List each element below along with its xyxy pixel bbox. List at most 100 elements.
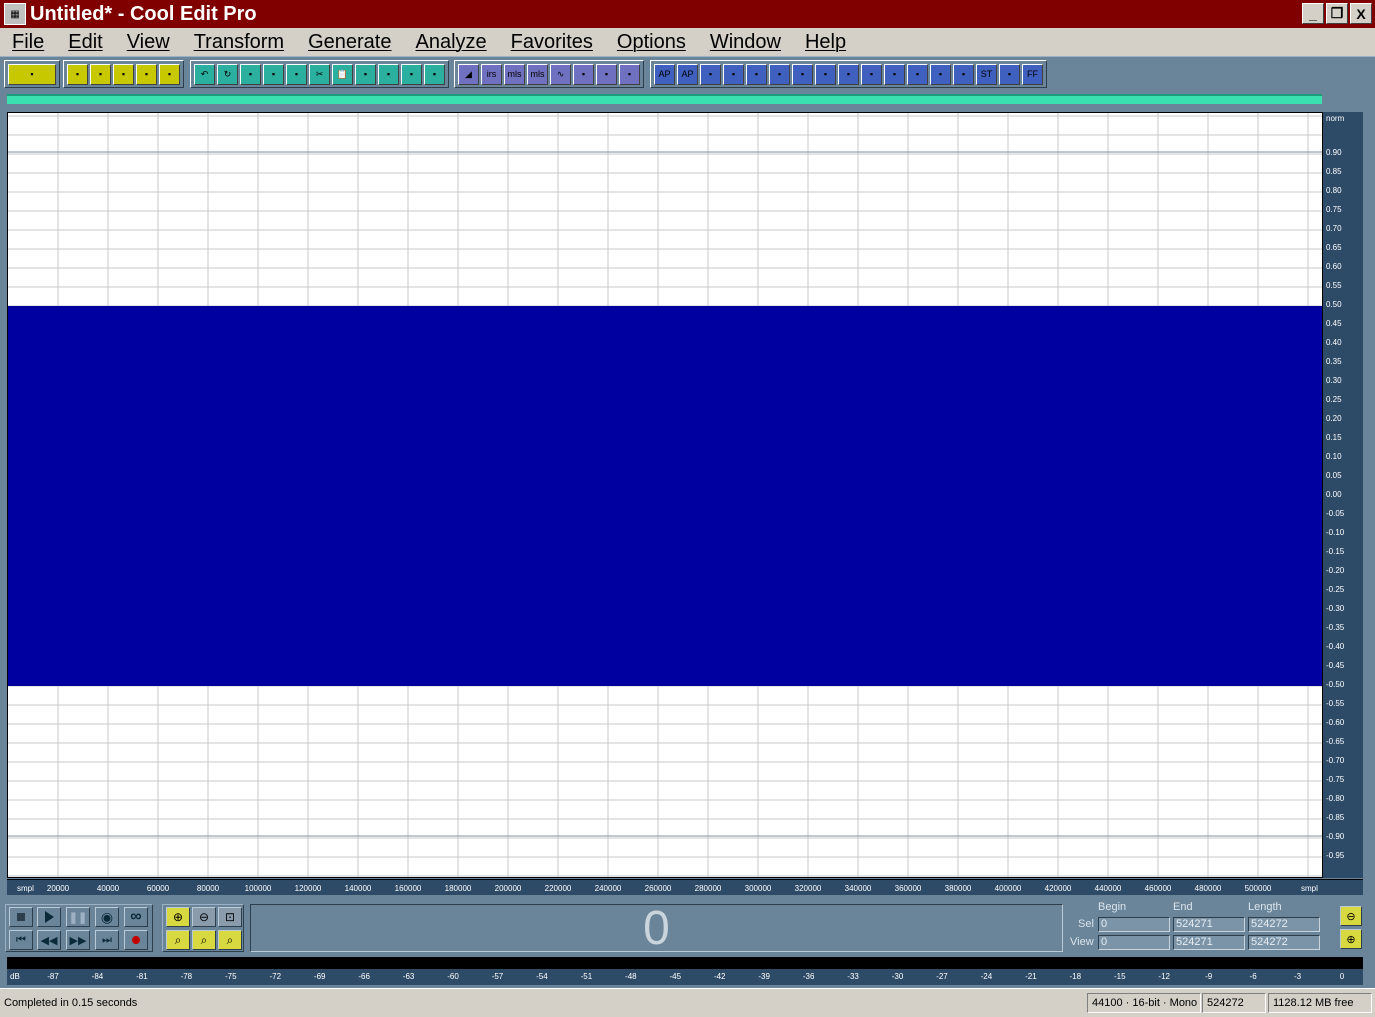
view-begin-field[interactable]: 0 [1098, 935, 1170, 950]
time-tick-label: 460000 [1144, 884, 1172, 893]
ap-icon: AP [658, 69, 671, 79]
menu-favorites[interactable]: Favorites [511, 31, 593, 54]
select-all-button[interactable]: ▪ [263, 63, 284, 85]
wave-b-icon: ▪ [708, 69, 713, 79]
close-file-button[interactable]: ▪ [113, 63, 134, 85]
ratio-b-button[interactable]: ▪ [746, 63, 767, 85]
go-to-start-button[interactable]: ⏮ [9, 930, 33, 950]
minimize-button[interactable]: _ [1302, 3, 1324, 24]
menu-edit[interactable]: Edit [68, 31, 102, 54]
amplify-button[interactable]: ◢ [458, 63, 479, 85]
irs-button[interactable]: irs [481, 63, 502, 85]
view-length-field[interactable]: 524272 [1248, 935, 1320, 950]
menu-help[interactable]: Help [805, 31, 846, 54]
sel-length-field[interactable]: 524272 [1248, 917, 1320, 932]
menu-file[interactable]: File [12, 31, 44, 54]
copy-to-new-button[interactable]: ▪ [286, 63, 307, 85]
app-icon[interactable]: ▦ [4, 3, 26, 25]
record-icon [132, 936, 140, 944]
zoom-full-button[interactable]: ⊡ [218, 907, 242, 927]
ratio-button[interactable]: ▪ [723, 63, 744, 85]
play-to-end-button[interactable]: ◉ [95, 907, 119, 927]
zoom-in-button[interactable]: ⊕ [166, 907, 190, 927]
stretch-button[interactable]: ▪ [619, 63, 640, 85]
flag-6-button[interactable]: ▪ [884, 63, 905, 85]
zoom-out-button[interactable]: ⊖ [192, 907, 216, 927]
go-to-end-button[interactable]: ⏭ [95, 930, 119, 950]
wave-b-button[interactable]: ▪ [700, 63, 721, 85]
st-button[interactable]: ST [976, 63, 997, 85]
open-file-button[interactable]: ▪ [90, 63, 111, 85]
play-button[interactable] [37, 907, 61, 927]
ap32-button[interactable]: AP [677, 63, 698, 85]
multitrack-view-button[interactable]: ▪ [8, 63, 56, 85]
status-samples: 524272 [1202, 993, 1266, 1013]
zoom-left-button[interactable]: ⌕ [192, 930, 216, 950]
envelope-button[interactable]: ∿ [550, 63, 571, 85]
trim-button[interactable]: ▪ [401, 63, 422, 85]
amplitude-tick-label: -0.25 [1326, 585, 1345, 594]
view-end-field[interactable]: 524271 [1173, 935, 1245, 950]
flag-2-button[interactable]: ▪ [792, 63, 813, 85]
menu-analyze[interactable]: Analyze [415, 31, 486, 54]
repeat-button[interactable]: ↻ [217, 63, 238, 85]
cut-button[interactable]: ✂ [309, 63, 330, 85]
db-tick-label: -9 [1205, 972, 1213, 981]
mls-button[interactable]: mls [504, 63, 525, 85]
menu-window[interactable]: Window [710, 31, 781, 54]
flag-3-button[interactable]: ▪ [815, 63, 836, 85]
menu-options[interactable]: Options [617, 31, 686, 54]
sun-fx-button[interactable]: ▪ [907, 63, 928, 85]
rewind-icon: ◀◀ [40, 934, 58, 947]
undo-button[interactable]: ↶ [194, 63, 215, 85]
new-file-button[interactable]: ▪ [67, 63, 88, 85]
overview-bar[interactable] [7, 94, 1322, 104]
loop-button[interactable]: ∞ [124, 907, 148, 927]
save-file-button[interactable]: ▪ [136, 63, 157, 85]
vertical-zoom-out-button[interactable]: ⊖ [1340, 906, 1362, 926]
begin-header: Begin [1098, 901, 1127, 913]
cut-marker-button[interactable]: ▪ [240, 63, 261, 85]
flag-1-button[interactable]: ▪ [769, 63, 790, 85]
length-header: Length [1248, 901, 1282, 913]
zoom-full-icon: ⊡ [224, 910, 236, 924]
db-tick-label: -66 [358, 972, 370, 981]
circle-w-button[interactable]: ▪ [953, 63, 974, 85]
restore-button[interactable]: ❐ [1326, 3, 1348, 24]
rewind-button[interactable]: ◀◀ [37, 930, 61, 950]
flag-5-button[interactable]: ▪ [861, 63, 882, 85]
stop-button[interactable] [9, 907, 33, 927]
menu-transform[interactable]: Transform [194, 31, 284, 54]
paste-mix-button[interactable]: ▪ [355, 63, 376, 85]
circle-s-button[interactable]: ▪ [999, 63, 1020, 85]
vertical-zoom-in-button[interactable]: ⊕ [1340, 929, 1362, 949]
flag-2-icon: ▪ [800, 69, 805, 79]
convolution-button[interactable]: ▪ [596, 63, 617, 85]
flag-4-icon: ▪ [846, 69, 851, 79]
time-tick-label: 260000 [644, 884, 672, 893]
fast-forward-button[interactable]: ▶▶ [66, 930, 90, 950]
menu-view[interactable]: View [127, 31, 170, 54]
ap-button[interactable]: AP [654, 63, 675, 85]
save-all-button[interactable]: ▪ [159, 63, 180, 85]
ff-button[interactable]: FF [1022, 63, 1043, 85]
undo-icon: ↶ [200, 68, 209, 79]
sel-end-field[interactable]: 524271 [1173, 917, 1245, 932]
record-button[interactable] [124, 930, 148, 950]
crop-button[interactable]: ▪ [424, 63, 445, 85]
close-button[interactable]: X [1350, 3, 1372, 24]
noise-reduction-button[interactable]: ▪ [573, 63, 594, 85]
flag-4-button[interactable]: ▪ [838, 63, 859, 85]
sel-begin-field[interactable]: 0 [1098, 917, 1170, 932]
circle-g-button[interactable]: ▪ [930, 63, 951, 85]
paste-button[interactable]: 📋 [332, 63, 353, 85]
pause-button[interactable]: ❚❚ [66, 907, 90, 927]
mls2-button[interactable]: mls [527, 63, 548, 85]
zoom-selection-button[interactable]: ⌕ [166, 930, 190, 950]
amplitude-tick-label: 0.55 [1326, 281, 1342, 290]
menu-generate[interactable]: Generate [308, 31, 391, 54]
trim-icon: ▪ [409, 69, 414, 79]
waveform-display[interactable] [7, 112, 1323, 878]
paste-new-button[interactable]: ▪ [378, 63, 399, 85]
zoom-right-button[interactable]: ⌕ [218, 930, 242, 950]
